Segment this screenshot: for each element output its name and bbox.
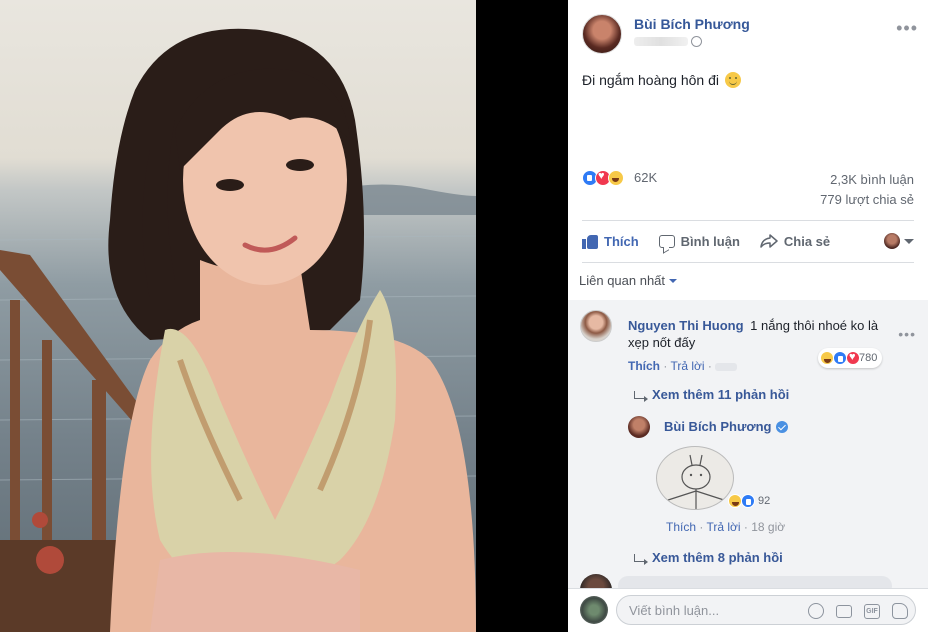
- scrollbar[interactable]: [923, 0, 928, 588]
- comment-button[interactable]: Bình luận: [658, 233, 740, 249]
- divider: [582, 220, 914, 221]
- like-button[interactable]: Thích: [582, 233, 639, 249]
- reply-reply-link[interactable]: Trả lời: [706, 520, 740, 534]
- like-reaction-icon: [741, 494, 755, 508]
- more-options-icon[interactable]: •••: [896, 18, 918, 39]
- comment-label: Bình luận: [680, 233, 740, 249]
- chevron-down-icon: [904, 238, 914, 244]
- comments-count[interactable]: 2,3K bình luận: [830, 172, 914, 187]
- love-reaction-icon: [846, 351, 860, 365]
- globe-icon: [691, 36, 702, 47]
- sticker-image[interactable]: [656, 446, 734, 510]
- smiling-face-hearts-emoji-icon: [724, 72, 741, 88]
- comment-bubble-partial: [618, 576, 892, 588]
- post-actions: Thích Bình luận Chia sẻ: [582, 224, 914, 258]
- chevron-down-icon: [669, 278, 678, 283]
- share-button[interactable]: Chia sẻ: [760, 234, 830, 249]
- post-side-panel: Bùi Bích Phương ••• Đi ngắm hoàng hôn đi…: [568, 0, 928, 632]
- sort-label: Liên quan nhất: [579, 273, 666, 288]
- emoji-icon[interactable]: [808, 603, 824, 619]
- post-meta: [634, 36, 702, 47]
- post-text: Đi ngắm hoàng hôn đi: [582, 72, 741, 88]
- comments-list: Nguyen Thi Huong 1 nắng thôi nhoé ko là …: [568, 300, 928, 588]
- reply-time: 18 giờ: [751, 520, 786, 534]
- comment-reactions[interactable]: 780: [818, 348, 883, 368]
- divider: [582, 262, 914, 263]
- comment-composer: GIF: [568, 588, 928, 632]
- author-avatar[interactable]: [582, 14, 622, 54]
- comment-icon: [658, 234, 675, 248]
- post-timestamp-redacted: [634, 37, 688, 46]
- reaction-icons[interactable]: [582, 170, 624, 186]
- view-more-replies-1[interactable]: Xem thêm 11 phản hồi: [634, 387, 789, 402]
- reaction-count[interactable]: 62K: [634, 170, 657, 185]
- share-label: Chia sẻ: [783, 233, 831, 249]
- comment-reaction-count: 780: [859, 352, 878, 364]
- reply-like-link[interactable]: Thích: [666, 520, 696, 534]
- acting-as-avatar: [884, 233, 900, 249]
- reply-actions: Thích · Trả lời · 18 giờ: [666, 520, 786, 534]
- like-reaction-icon: [833, 351, 847, 365]
- reply-author-name: Bùi Bích Phương: [664, 419, 772, 434]
- comment-like-link[interactable]: Thích: [628, 359, 660, 373]
- like-label: Thích: [604, 233, 639, 249]
- post-header: Bùi Bích Phương •••: [582, 12, 922, 56]
- reply-author[interactable]: Bùi Bích Phương: [664, 419, 788, 434]
- reactions-summary: 62K 2,3K bình luận 779 lượt chia sẻ: [582, 168, 914, 212]
- reply-arrow-icon: [634, 390, 648, 402]
- haha-reaction-icon: [728, 494, 742, 508]
- commenter-name[interactable]: Nguyen Thi Huong: [628, 318, 744, 333]
- thumbs-up-icon: [582, 233, 598, 249]
- verified-badge-icon: [775, 420, 788, 433]
- reply-author-avatar[interactable]: [628, 416, 650, 438]
- comment-time-redacted: [715, 362, 738, 371]
- comment-options-icon[interactable]: •••: [898, 326, 916, 342]
- post-text-content: Đi ngắm hoàng hôn đi: [582, 72, 719, 88]
- comment-actions: Thích · Trả lời ·: [628, 359, 738, 373]
- composer-tools: GIF: [808, 603, 908, 619]
- haha-reaction-icon: [820, 351, 834, 365]
- author-name[interactable]: Bùi Bích Phương: [634, 16, 750, 32]
- reply-reactions[interactable]: 92: [728, 494, 770, 508]
- comment-reply-link[interactable]: Trả lời: [670, 359, 704, 373]
- haha-reaction-icon: [608, 170, 624, 186]
- commenter-avatar[interactable]: [580, 310, 612, 342]
- post-photo[interactable]: [0, 0, 476, 632]
- photo-illustration: [0, 28, 476, 632]
- camera-icon[interactable]: [836, 604, 852, 618]
- sticker-drawing: [664, 454, 728, 509]
- sticker-icon[interactable]: [892, 603, 908, 619]
- more-replies-label: Xem thêm 8 phản hồi: [652, 550, 783, 565]
- more-replies-label: Xem thêm 11 phản hồi: [652, 387, 790, 402]
- share-icon: [760, 234, 778, 248]
- photo-gutter: [476, 0, 568, 632]
- view-more-replies-2[interactable]: Xem thêm 8 phản hồi: [634, 550, 783, 565]
- reply-arrow-icon: [634, 553, 648, 565]
- current-user-avatar: [580, 596, 608, 624]
- acting-as-selector[interactable]: [884, 233, 914, 249]
- gif-icon[interactable]: GIF: [864, 603, 880, 619]
- reply-reaction-count: 92: [758, 495, 771, 507]
- commenter-avatar[interactable]: [580, 574, 612, 588]
- shares-count[interactable]: 779 lượt chia sẻ: [820, 192, 914, 207]
- comment-sort-dropdown[interactable]: Liên quan nhất: [579, 273, 678, 288]
